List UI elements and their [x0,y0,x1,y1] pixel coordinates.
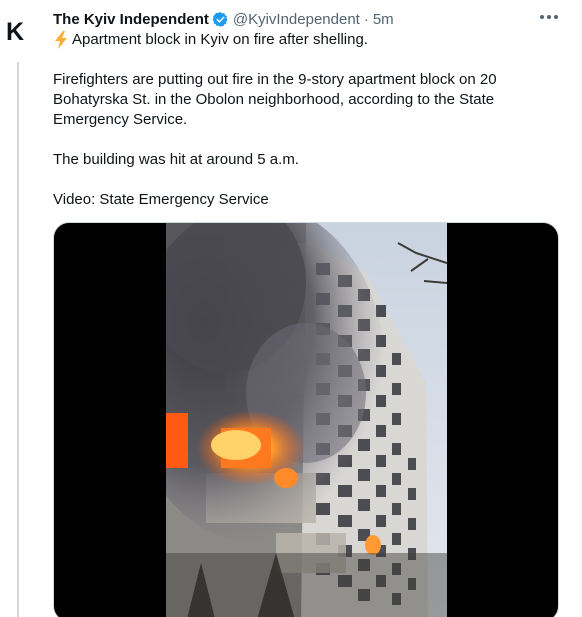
tweet-paragraph-2-line-1: Firefighters are putting out fire in the… [53,71,497,88]
avatar[interactable]: K [6,18,30,46]
display-name[interactable]: The Kyiv Independent [53,11,209,28]
tweet-text: Apartment block in Kyiv on fire after sh… [53,30,558,210]
handle[interactable]: @KyivIndependent [233,11,360,28]
tweet-paragraph-2-line-3: Emergency Service. [53,111,188,128]
thread-line [17,62,19,617]
burning-building-image [166,223,447,617]
separator-dot: · [363,10,369,28]
tweet-header: The Kyiv Independent @KyivIndependent · … [53,9,394,29]
timestamp[interactable]: 5m [373,11,394,28]
tweet-paragraph-3: The building was hit at around 5 a.m. [53,151,299,168]
verified-badge-icon [212,11,228,27]
video-frame[interactable] [166,223,447,617]
tweet[interactable]: K The Kyiv Independent @KyivIndependent … [0,0,582,617]
tweet-paragraph-4: Video: State Emergency Service [53,191,269,208]
tweet-line-1: Apartment block in Kyiv on fire after sh… [72,31,368,48]
video-player[interactable] [53,222,559,617]
tweet-paragraph-2-line-2: Bohatyrska St. in the Obolon neighborhoo… [53,91,495,108]
lightning-bolt-icon [55,31,67,49]
more-options-icon[interactable] [539,10,559,24]
